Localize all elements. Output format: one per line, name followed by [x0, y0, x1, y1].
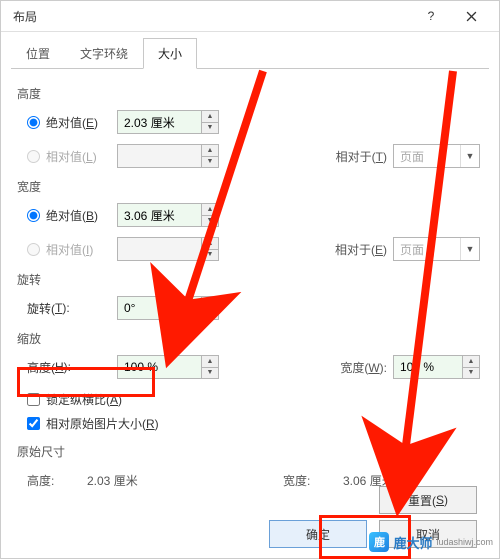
group-width-label: 宽度	[17, 178, 483, 195]
relative-original-label: 相对原始图片大小(R)	[46, 415, 159, 432]
height-absolute-spinner[interactable]: ▲▼	[117, 110, 219, 134]
spin-down-icon[interactable]: ▼	[463, 368, 479, 379]
ok-button[interactable]: 确定	[269, 520, 367, 548]
scale-width-input[interactable]	[394, 356, 462, 378]
group-scale-label: 缩放	[17, 330, 483, 347]
width-absolute-radio-input[interactable]	[27, 209, 40, 222]
width-relative-to-label: 相对于(E)	[317, 241, 393, 258]
height-relative-to-value: 页面	[394, 148, 460, 165]
scale-height-label: 高度(H):	[27, 359, 117, 376]
reset-button[interactable]: 重置(S)	[379, 486, 477, 514]
group-original-label: 原始尺寸	[17, 443, 483, 460]
group-rotation-label: 旋转	[17, 271, 483, 288]
close-button[interactable]	[451, 1, 491, 31]
spin-down-icon: ▼	[202, 250, 218, 261]
height-relative-radio-input	[27, 150, 40, 163]
close-icon	[466, 11, 477, 22]
spin-up-icon[interactable]: ▲	[202, 111, 218, 123]
width-relative-label: 相对值(I)	[46, 241, 93, 258]
height-absolute-spin-buttons[interactable]: ▲▼	[201, 111, 218, 133]
spin-down-icon[interactable]: ▼	[202, 123, 218, 134]
scale-width-spinner[interactable]: ▲▼	[393, 355, 480, 379]
watermark-icon: 鹿	[369, 532, 389, 552]
relative-original-checkbox[interactable]	[27, 417, 40, 430]
spin-up-icon[interactable]: ▲	[202, 204, 218, 216]
height-relative-spinner: ▲▼	[117, 144, 219, 168]
original-height-label: 高度:	[27, 472, 87, 489]
spin-up-icon[interactable]: ▲	[202, 297, 218, 309]
chevron-down-icon: ▼	[460, 238, 479, 260]
watermark: 鹿 鹿大师 ludashiwj.com	[369, 532, 493, 552]
width-relative-spin-buttons: ▲▼	[201, 238, 218, 260]
height-relative-to-select: 页面 ▼	[393, 144, 480, 168]
height-relative-to-label: 相对于(T)	[317, 148, 393, 165]
tab-position[interactable]: 位置	[11, 38, 65, 69]
dialog-body: 高度 绝对值(E) ▲▼ 相对值(L)	[1, 69, 499, 495]
width-relative-spinner: ▲▼	[117, 237, 219, 261]
spin-down-icon[interactable]: ▼	[202, 309, 218, 320]
rotation-label: 旋转(T):	[27, 300, 117, 317]
height-absolute-input[interactable]	[118, 111, 201, 133]
lock-aspect-checkbox[interactable]	[27, 393, 40, 406]
scale-height-spin-buttons[interactable]: ▲▼	[201, 356, 218, 378]
spin-down-icon[interactable]: ▼	[202, 216, 218, 227]
original-width-label: 宽度:	[283, 472, 343, 489]
width-absolute-radio[interactable]: 绝对值(B)	[27, 207, 98, 224]
width-absolute-label: 绝对值(B)	[46, 207, 98, 224]
tab-strip: 位置 文字环绕 大小	[1, 32, 499, 69]
rotation-spin-buttons[interactable]: ▲▼	[201, 297, 218, 319]
height-relative-input	[118, 145, 201, 167]
height-absolute-radio[interactable]: 绝对值(E)	[27, 114, 98, 131]
scale-width-label: 宽度(W):	[317, 359, 393, 376]
spin-up-icon: ▲	[202, 145, 218, 157]
width-relative-radio-input	[27, 243, 40, 256]
height-relative-label: 相对值(L)	[46, 148, 97, 165]
tab-text-wrap[interactable]: 文字环绕	[65, 38, 143, 69]
relative-original-row[interactable]: 相对原始图片大小(R)	[17, 411, 483, 435]
scale-height-input[interactable]	[118, 356, 201, 378]
width-relative-input	[118, 238, 201, 260]
height-relative-radio[interactable]: 相对值(L)	[27, 148, 97, 165]
layout-dialog: 布局 ? 位置 文字环绕 大小 高度 绝对值(E) ▲▼	[0, 0, 500, 559]
height-absolute-radio-input[interactable]	[27, 116, 40, 129]
spin-down-icon[interactable]: ▼	[202, 368, 218, 379]
chevron-down-icon: ▼	[460, 145, 479, 167]
height-relative-spin-buttons: ▲▼	[201, 145, 218, 167]
group-height-label: 高度	[17, 85, 483, 102]
spin-down-icon: ▼	[202, 157, 218, 168]
original-height-value: 2.03 厘米	[87, 472, 227, 489]
width-absolute-spin-buttons[interactable]: ▲▼	[201, 204, 218, 226]
rotation-spinner[interactable]: ▲▼	[117, 296, 219, 320]
window-title: 布局	[9, 8, 411, 25]
spin-up-icon[interactable]: ▲	[463, 356, 479, 368]
reset-footer: 重置(S)	[379, 486, 477, 514]
lock-aspect-label: 锁定纵横比(A)	[46, 391, 122, 408]
height-absolute-label: 绝对值(E)	[46, 114, 98, 131]
width-absolute-input[interactable]	[118, 204, 201, 226]
width-absolute-spinner[interactable]: ▲▼	[117, 203, 219, 227]
spin-up-icon: ▲	[202, 238, 218, 250]
help-button[interactable]: ?	[411, 1, 451, 31]
width-relative-to-value: 页面	[394, 241, 460, 258]
watermark-url: ludashiwj.com	[436, 537, 493, 547]
spin-up-icon[interactable]: ▲	[202, 356, 218, 368]
width-relative-to-select: 页面 ▼	[393, 237, 480, 261]
rotation-input[interactable]	[118, 297, 201, 319]
titlebar: 布局 ?	[1, 1, 499, 32]
scale-width-spin-buttons[interactable]: ▲▼	[462, 356, 479, 378]
scale-height-spinner[interactable]: ▲▼	[117, 355, 219, 379]
lock-aspect-row[interactable]: 锁定纵横比(A)	[17, 387, 483, 411]
watermark-text: 鹿大师	[393, 533, 432, 552]
width-relative-radio[interactable]: 相对值(I)	[27, 241, 93, 258]
tab-size[interactable]: 大小	[143, 38, 197, 69]
